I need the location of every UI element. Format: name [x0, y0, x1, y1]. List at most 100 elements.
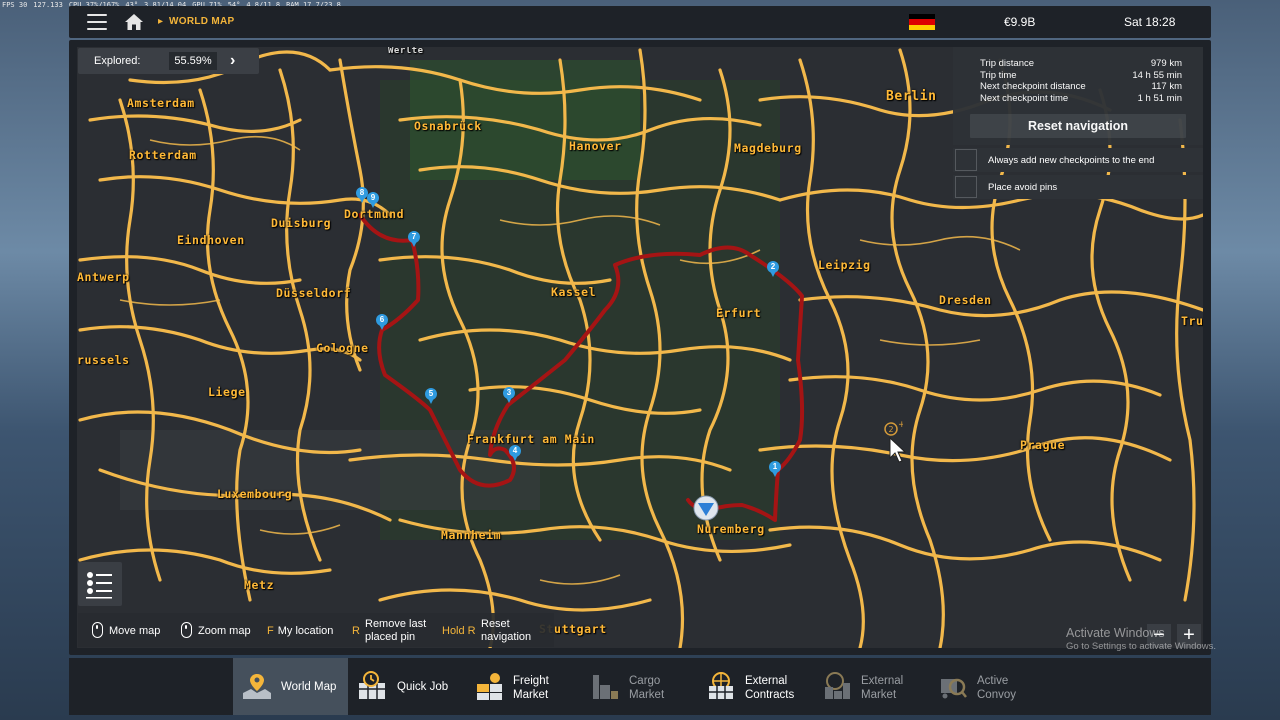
- city-label: russels: [77, 353, 130, 367]
- tab-label: Quick Job: [397, 681, 449, 693]
- freight-market-icon: [477, 673, 502, 700]
- tab-freight-market[interactable]: Freight Market: [465, 658, 580, 715]
- hint-key: F: [267, 625, 274, 637]
- always-add-checkpoints-option[interactable]: Always add new checkpoints to the end: [953, 148, 1203, 172]
- city-label: Magdeburg: [734, 141, 802, 155]
- trip-info-panel: Trip distance 979 km Trip time 14 h 55 m…: [953, 47, 1203, 145]
- tab-label: World Map: [281, 681, 337, 693]
- place-avoid-pins-checkbox[interactable]: [955, 176, 977, 198]
- option-label: Place avoid pins: [988, 182, 1058, 193]
- external-contracts-icon: [709, 672, 733, 699]
- waypoint-pin-icon[interactable]: 1: [769, 461, 781, 477]
- bottom-tab-bar: World Map Quick Job Freight Market Cargo…: [69, 658, 1211, 715]
- tab-label: Cargo Market: [629, 675, 665, 701]
- reset-navigation-button[interactable]: Reset navigation: [970, 114, 1186, 138]
- money-balance: €9.9B: [1004, 15, 1036, 29]
- mouse-scroll-icon: [181, 622, 192, 638]
- place-avoid-pins-option[interactable]: Place avoid pins: [953, 175, 1203, 199]
- hint-text: My location: [277, 625, 334, 637]
- tab-cargo-market[interactable]: Cargo Market: [581, 658, 696, 715]
- explored-indicator: Explored: 55.59% ›: [78, 48, 259, 74]
- world-map-icon: [243, 674, 271, 699]
- trip-time-label: Trip time: [980, 70, 1017, 81]
- hint-key: R: [352, 625, 360, 637]
- hint-zoom-map: Zoom map: [198, 625, 251, 637]
- city-label: Eindhoven: [177, 233, 245, 247]
- waypoint-pin-icon[interactable]: 4: [509, 445, 521, 461]
- waypoint-pin-icon[interactable]: 2: [767, 261, 779, 277]
- city-label: Prague: [1020, 438, 1066, 452]
- city-label: Antwerp: [77, 270, 130, 284]
- next-checkpoint-time-value: 1 h 51 min: [1137, 93, 1182, 104]
- tab-world-map[interactable]: World Map: [233, 658, 348, 715]
- waypoint-pin-icon[interactable]: 9: [367, 192, 379, 208]
- waypoint-pin-icon[interactable]: 6: [376, 314, 388, 330]
- city-label: Kassel: [551, 285, 597, 299]
- quick-job-icon: [359, 671, 385, 699]
- city-label: Berlin: [886, 89, 937, 104]
- fps-readout: FPS 30: [2, 1, 28, 9]
- city-label: Frankfurt am Main: [467, 432, 595, 446]
- next-checkpoint-time-label: Next checkpoint time: [980, 93, 1069, 104]
- game-clock: Sat 18:28: [1124, 15, 1176, 29]
- next-checkpoint-distance-value: 117 km: [1151, 81, 1182, 92]
- hint-remove-key: R: [352, 625, 364, 638]
- tab-label: Active Convoy: [977, 675, 1016, 701]
- tab-label: External Contracts: [745, 675, 795, 701]
- city-label: Dortmund: [344, 207, 405, 221]
- always-add-checkpoints-checkbox[interactable]: [955, 149, 977, 171]
- hint-my-location: F My location: [267, 625, 333, 638]
- city-label: Amsterdam: [127, 96, 195, 110]
- controls-hint-bar: Move map Zoom map F My location R Remove …: [78, 613, 554, 647]
- legend-list-icon: [86, 572, 112, 599]
- city-label: Mannheim: [441, 528, 502, 542]
- tab-active-convoy[interactable]: Active Convoy: [929, 658, 1044, 715]
- watermark-line-2: Go to Settings to activate Windows.: [1066, 641, 1216, 652]
- mouse-cursor-icon: [889, 436, 907, 463]
- hint-reset-key: Hold R: [442, 625, 480, 638]
- player-location-icon: [693, 495, 719, 521]
- waypoint-pin-icon[interactable]: 3: [503, 387, 515, 403]
- tab-external-market[interactable]: External Market: [813, 658, 928, 715]
- mouse-icon: [92, 622, 103, 638]
- city-label: Leipzig: [818, 258, 871, 272]
- waypoint-pin-icon[interactable]: 5: [425, 388, 437, 404]
- chevron-right-icon[interactable]: ›: [230, 52, 235, 70]
- city-label: Metz: [244, 578, 275, 592]
- city-label: Erfurt: [716, 306, 762, 320]
- city-label: Werlte: [388, 47, 424, 56]
- tab-quick-job[interactable]: Quick Job: [349, 658, 464, 715]
- city-label: Hanover: [569, 139, 622, 153]
- explored-value: 55.59%: [169, 52, 217, 70]
- home-icon[interactable]: [124, 13, 144, 31]
- trip-distance-value: 979 km: [1150, 58, 1182, 69]
- svg-text:+: +: [898, 420, 903, 430]
- top-bar: ▸ WORLD MAP €9.9B Sat 18:28: [69, 6, 1211, 38]
- hamburger-menu-icon[interactable]: [87, 14, 107, 30]
- option-label: Always add new checkpoints to the end: [988, 155, 1155, 166]
- city-label: Nuremberg: [697, 522, 765, 536]
- tab-label: External Market: [861, 675, 904, 701]
- map-legend-button[interactable]: [78, 562, 122, 606]
- hint-remove-last-pin: Remove last placed pin: [365, 618, 427, 643]
- breadcrumb-chevron-icon: ▸: [158, 16, 164, 27]
- activate-windows-watermark: Activate Windows Go to Settings to activ…: [1066, 626, 1216, 652]
- hint-key: Hold R: [442, 625, 476, 637]
- tab-label: Freight Market: [513, 675, 549, 701]
- city-label: Liege: [208, 385, 246, 399]
- waypoint-pin-icon[interactable]: 7: [408, 231, 420, 247]
- city-label: Dresden: [939, 293, 992, 307]
- hint-move-map: Move map: [109, 625, 161, 637]
- trip-distance-label: Trip distance: [980, 58, 1035, 69]
- cargo-market-icon: [593, 675, 618, 699]
- trip-time-value: 14 h 55 min: [1132, 70, 1182, 81]
- country-flag-icon: [909, 14, 935, 30]
- tab-external-contracts[interactable]: External Contracts: [697, 658, 812, 715]
- city-label: Osnabrück: [414, 119, 482, 133]
- next-checkpoint-distance-label: Next checkpoint distance: [980, 81, 1086, 92]
- city-label: Duisburg: [271, 216, 332, 230]
- city-label: Cologne: [316, 341, 369, 355]
- breadcrumb: WORLD MAP: [169, 16, 235, 27]
- city-label: Düsseldorf: [276, 286, 352, 300]
- svg-text:2: 2: [888, 425, 893, 434]
